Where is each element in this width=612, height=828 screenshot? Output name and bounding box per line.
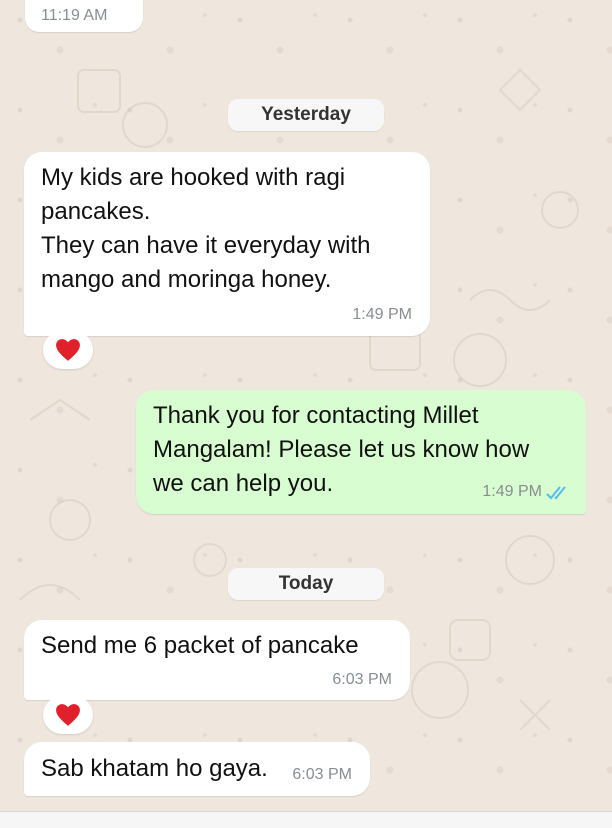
message-text: Send me 6 packet of pancake [41, 632, 359, 659]
message-bubble-incoming[interactable]: My kids are hooked with ragi pancakes. T… [24, 152, 430, 336]
message-line: They can have it everyday with [41, 232, 371, 259]
message-text: Sab khatam ho gaya. [41, 755, 268, 782]
read-receipt-icon [546, 486, 566, 500]
message-time: 11:19 AM [41, 7, 108, 24]
message-line: we can help you. [153, 470, 334, 497]
heart-icon [56, 704, 80, 726]
message-time: 6:03 PM [292, 766, 352, 783]
message-bubble-partial[interactable]: 11:19 AM [25, 0, 143, 32]
message-time: 1:49 PM [352, 306, 412, 323]
chat-thread[interactable]: 11:19 AM Yesterday My kids are hooked wi… [0, 0, 612, 828]
date-separator-today: Today [228, 568, 384, 600]
message-line: Thank you for contacting Millet [153, 402, 479, 429]
message-time: 1:49 PM [482, 483, 542, 500]
message-line: My kids are hooked with ragi [41, 164, 346, 191]
date-separator-yesterday: Yesterday [228, 99, 384, 131]
reaction-badge[interactable] [43, 696, 93, 734]
message-bubble-incoming[interactable]: Sab khatam ho gaya. 6:03 PM [24, 742, 370, 796]
message-time: 6:03 PM [332, 671, 392, 688]
message-line: mango and moringa honey. [41, 266, 332, 293]
message-line: Mangalam! Please let us know how [153, 436, 530, 463]
message-bubble-outgoing[interactable]: Thank you for contacting Millet Mangalam… [136, 390, 586, 514]
message-bubble-incoming[interactable]: Send me 6 packet of pancake 6:03 PM [24, 620, 410, 700]
heart-icon [56, 339, 80, 361]
reaction-badge[interactable] [43, 331, 93, 369]
message-line: pancakes. [41, 198, 151, 225]
message-text: My kids are hooked with ragi pancakes. T… [41, 161, 371, 297]
input-bar-edge [0, 811, 612, 828]
message-text: Thank you for contacting Millet Mangalam… [153, 399, 529, 501]
